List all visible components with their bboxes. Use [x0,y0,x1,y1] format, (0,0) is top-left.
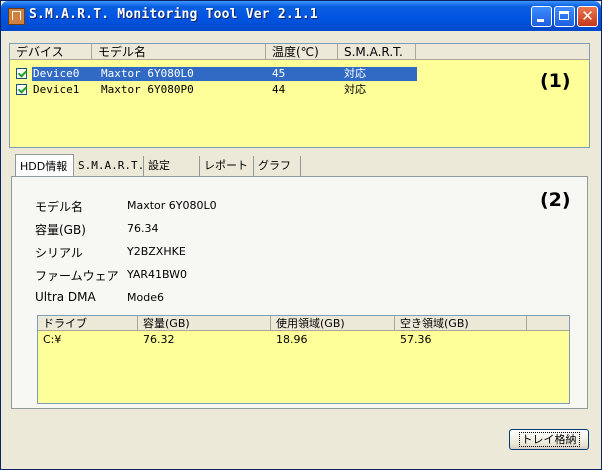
device-temperature: 45 [272,67,286,80]
model-value: Maxtor 6Y080L0 [127,199,217,212]
tab-settings[interactable]: 設定 [144,156,200,176]
device-row[interactable]: Device1 Maxtor 6Y080P0 44 対応 [10,83,589,97]
device-name: Device0 [33,67,80,80]
model-label: モデル名 [35,200,84,214]
device-name: Device1 [33,83,80,96]
device-temperature: 44 [272,83,286,96]
column-header-filler [416,44,589,60]
tab-report[interactable]: レポート [200,156,254,176]
minimize-icon [532,7,551,26]
minimize-to-tray-button[interactable]: トレイ格納 [509,429,589,450]
firmware-label: ファームウェア [35,269,119,283]
annotation-label-1: (1) [540,70,571,92]
firmware-value: YAR41BW0 [127,268,188,281]
column-header-filler [527,316,569,331]
column-header-smart[interactable]: S.M.A.R.T. [338,44,416,60]
app-icon [8,8,25,25]
column-header-used[interactable]: 使用領域(GB) [271,316,395,331]
column-header-capacity[interactable]: 容量(GB) [138,316,271,331]
device-model: Maxtor 6Y080L0 [101,67,194,80]
device-smart: 対応 [344,67,366,80]
close-icon: ✕ [581,7,594,25]
column-header-drive[interactable]: ドライブ [38,316,138,331]
device-smart: 対応 [344,83,366,96]
device-row[interactable]: Device0 Maxtor 6Y080L0 45 対応 [10,67,589,81]
device-checkbox[interactable] [16,68,27,79]
column-header-free[interactable]: 空き領域(GB) [395,316,527,331]
main-window: S.M.A.R.T. Monitoring Tool Ver 2.1.1 ✕ デ… [0,0,602,470]
tab-hdd-info[interactable]: HDD情報 [15,154,74,177]
serial-label: シリアル [35,246,83,260]
column-header-device[interactable]: デバイス [10,44,92,60]
drive-letter: C:¥ [43,333,62,346]
ultra-dma-value: Mode6 [127,291,164,304]
device-list[interactable]: デバイス モデル名 温度(℃) S.M.A.R.T. Device0 Maxto… [9,43,590,148]
capacity-value: 76.34 [127,222,159,235]
device-list-header: デバイス モデル名 温度(℃) S.M.A.R.T. [10,44,589,61]
column-header-model[interactable]: モデル名 [92,44,266,60]
tray-button-label: トレイ格納 [518,432,580,447]
drive-used: 18.96 [276,333,308,346]
hdd-info-panel: (2) モデル名 Maxtor 6Y080L0 容量(GB) 76.34 シリア… [11,176,588,409]
device-model: Maxtor 6Y080P0 [101,83,194,96]
drive-capacity: 76.32 [143,333,175,346]
maximize-icon [555,7,574,26]
drive-free: 57.36 [400,333,432,346]
close-button[interactable]: ✕ [577,6,598,27]
tab-smart[interactable]: S.M.A.R.T. [74,156,144,176]
drive-table[interactable]: ドライブ 容量(GB) 使用領域(GB) 空き領域(GB) C:¥ 76.32 … [37,315,570,404]
serial-value: Y2BZXHKE [127,245,186,258]
window-title: S.M.A.R.T. Monitoring Tool Ver 2.1.1 [29,7,318,22]
annotation-label-2: (2) [540,189,571,211]
ultra-dma-label: Ultra DMA [35,290,96,304]
minimize-button[interactable] [531,6,552,27]
title-bar[interactable]: S.M.A.R.T. Monitoring Tool Ver 2.1.1 ✕ [1,1,601,31]
maximize-button[interactable] [554,6,575,27]
tab-graph[interactable]: グラフ [254,156,301,176]
device-checkbox[interactable] [16,84,27,95]
column-header-temperature[interactable]: 温度(℃) [266,44,338,60]
capacity-label: 容量(GB) [35,223,86,237]
